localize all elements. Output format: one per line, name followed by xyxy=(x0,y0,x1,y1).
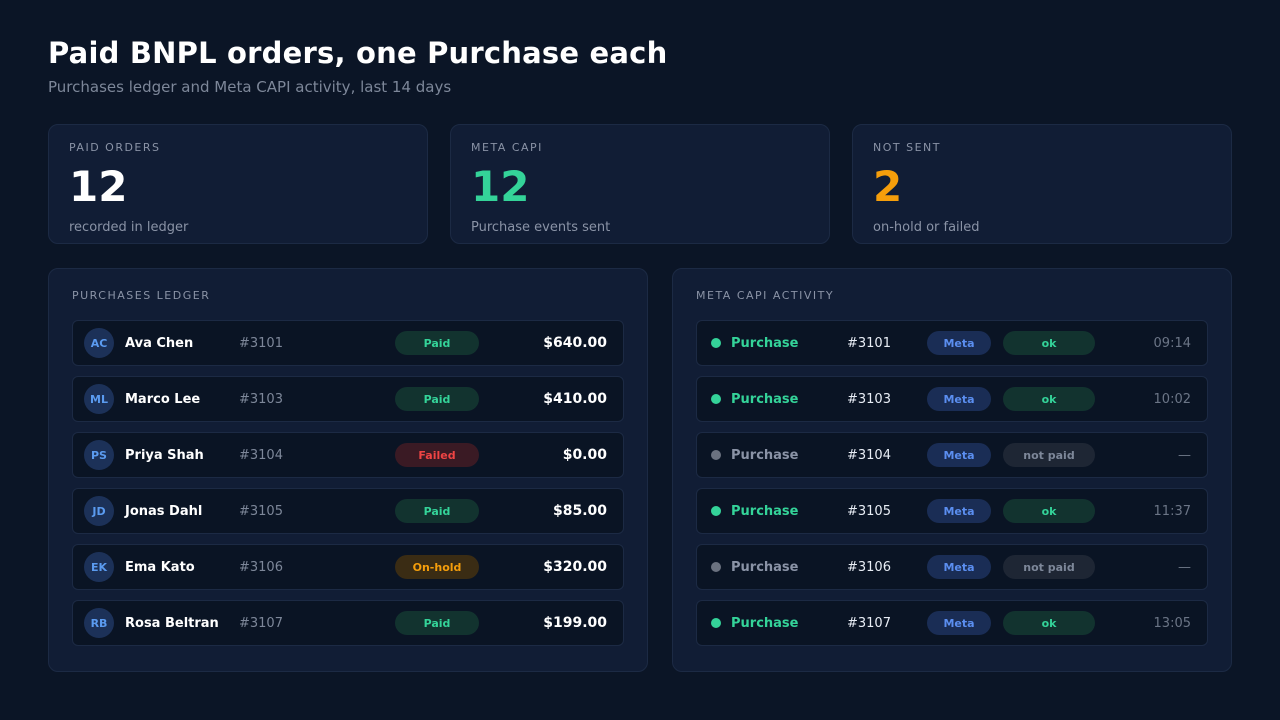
order-amount: $85.00 xyxy=(552,503,607,519)
customer-name: Priya Shah xyxy=(125,447,204,463)
ledger-row[interactable]: EK Ema Kato #3106 On-hold $320.00 xyxy=(72,544,624,590)
order-amount: $199.00 xyxy=(543,615,607,631)
panel-title: META CAPI ACTIVITY xyxy=(696,289,835,302)
order-id: #3101 xyxy=(239,335,283,351)
order-amount: $320.00 xyxy=(543,559,607,575)
event-name: Purchase xyxy=(731,335,799,351)
event-name: Purchase xyxy=(731,559,799,575)
event-name: Purchase xyxy=(731,503,799,519)
stat-description: Purchase events sent xyxy=(471,220,611,235)
ledger-row[interactable]: PS Priya Shah #3104 Failed $0.00 xyxy=(72,432,624,478)
channel-badge: Meta xyxy=(927,387,991,411)
channel-badge: Meta xyxy=(927,331,991,355)
result-badge: ok xyxy=(1003,499,1095,523)
customer-name: Ava Chen xyxy=(125,335,194,351)
event-time: 09:14 xyxy=(1153,335,1191,351)
customer-name: Jonas Dahl xyxy=(125,503,203,519)
order-id: #3106 xyxy=(239,559,283,575)
order-id: #3103 xyxy=(239,391,283,407)
stat-card-meta-capi: META CAPI 12 Purchase events sent xyxy=(450,124,830,244)
status-badge: Failed xyxy=(395,443,479,467)
order-id: #3107 xyxy=(847,615,891,631)
order-id: #3105 xyxy=(239,503,283,519)
status-badge: On-hold xyxy=(395,555,479,579)
customer-name: Marco Lee xyxy=(125,391,201,407)
result-badge: not paid xyxy=(1003,443,1095,467)
capi-event-row[interactable]: Purchase #3106 Meta not paid — xyxy=(696,544,1208,590)
order-id: #3106 xyxy=(847,559,891,575)
status-dot-icon xyxy=(711,394,721,404)
capi-event-row[interactable]: Purchase #3103 Meta ok 10:02 xyxy=(696,376,1208,422)
order-amount: $0.00 xyxy=(562,447,607,463)
channel-badge: Meta xyxy=(927,555,991,579)
status-badge: Paid xyxy=(395,387,479,411)
event-time: 11:37 xyxy=(1153,503,1191,519)
order-id: #3104 xyxy=(847,447,891,463)
result-badge: not paid xyxy=(1003,555,1095,579)
order-id: #3105 xyxy=(847,503,891,519)
page-subtitle: Purchases ledger and Meta CAPI activity,… xyxy=(48,78,452,96)
status-badge: Paid xyxy=(395,611,479,635)
stats-row: PAID ORDERS 12 recorded in ledger META C… xyxy=(48,124,1232,244)
order-id: #3101 xyxy=(847,335,891,351)
result-badge: ok xyxy=(1003,387,1095,411)
event-name: Purchase xyxy=(731,391,799,407)
stat-label: NOT SENT xyxy=(873,141,941,154)
stat-value: 12 xyxy=(69,162,128,211)
status-badge: Paid xyxy=(395,331,479,355)
avatar: ML xyxy=(84,384,114,414)
avatar: PS xyxy=(84,440,114,470)
page-header: Paid BNPL orders, one Purchase each Purc… xyxy=(48,36,667,96)
capi-event-row[interactable]: Purchase #3104 Meta not paid — xyxy=(696,432,1208,478)
order-id: #3103 xyxy=(847,391,891,407)
panel-title: PURCHASES LEDGER xyxy=(72,289,211,302)
stat-value: 12 xyxy=(471,162,530,211)
event-name: Purchase xyxy=(731,447,799,463)
capi-event-row[interactable]: Purchase #3105 Meta ok 11:37 xyxy=(696,488,1208,534)
order-amount: $410.00 xyxy=(543,391,607,407)
stat-label: META CAPI xyxy=(471,141,543,154)
ledger-row[interactable]: ML Marco Lee #3103 Paid $410.00 xyxy=(72,376,624,422)
stat-label: PAID ORDERS xyxy=(69,141,161,154)
stat-card-not-sent: NOT SENT 2 on-hold or failed xyxy=(852,124,1232,244)
capi-event-row[interactable]: Purchase #3107 Meta ok 13:05 xyxy=(696,600,1208,646)
status-dot-icon xyxy=(711,618,721,628)
channel-badge: Meta xyxy=(927,611,991,635)
ledger-row[interactable]: AC Ava Chen #3101 Paid $640.00 xyxy=(72,320,624,366)
ledger-row[interactable]: RB Rosa Beltran #3107 Paid $199.00 xyxy=(72,600,624,646)
meta-capi-activity-panel: META CAPI ACTIVITY Purchase #3101 Meta o… xyxy=(672,268,1232,672)
event-name: Purchase xyxy=(731,615,799,631)
event-time: 10:02 xyxy=(1153,391,1191,407)
channel-badge: Meta xyxy=(927,443,991,467)
avatar: EK xyxy=(84,552,114,582)
ledger-row[interactable]: JD Jonas Dahl #3105 Paid $85.00 xyxy=(72,488,624,534)
customer-name: Rosa Beltran xyxy=(125,615,219,631)
stat-description: recorded in ledger xyxy=(69,220,189,235)
capi-event-row[interactable]: Purchase #3101 Meta ok 09:14 xyxy=(696,320,1208,366)
stat-value: 2 xyxy=(873,162,903,211)
order-id: #3107 xyxy=(239,615,283,631)
avatar: JD xyxy=(84,496,114,526)
avatar: RB xyxy=(84,608,114,638)
result-badge: ok xyxy=(1003,331,1095,355)
result-badge: ok xyxy=(1003,611,1095,635)
stat-description: on-hold or failed xyxy=(873,220,980,235)
purchases-ledger-panel: PURCHASES LEDGER AC Ava Chen #3101 Paid … xyxy=(48,268,648,672)
customer-name: Ema Kato xyxy=(125,559,195,575)
event-time: — xyxy=(1178,559,1191,575)
order-amount: $640.00 xyxy=(543,335,607,351)
order-id: #3104 xyxy=(239,447,283,463)
event-time: 13:05 xyxy=(1153,615,1191,631)
avatar: AC xyxy=(84,328,114,358)
status-dot-icon xyxy=(711,450,721,460)
stat-card-paid-orders: PAID ORDERS 12 recorded in ledger xyxy=(48,124,428,244)
channel-badge: Meta xyxy=(927,499,991,523)
page-title: Paid BNPL orders, one Purchase each xyxy=(48,36,668,70)
status-dot-icon xyxy=(711,338,721,348)
status-dot-icon xyxy=(711,562,721,572)
status-dot-icon xyxy=(711,506,721,516)
event-time: — xyxy=(1178,447,1191,463)
status-badge: Paid xyxy=(395,499,479,523)
